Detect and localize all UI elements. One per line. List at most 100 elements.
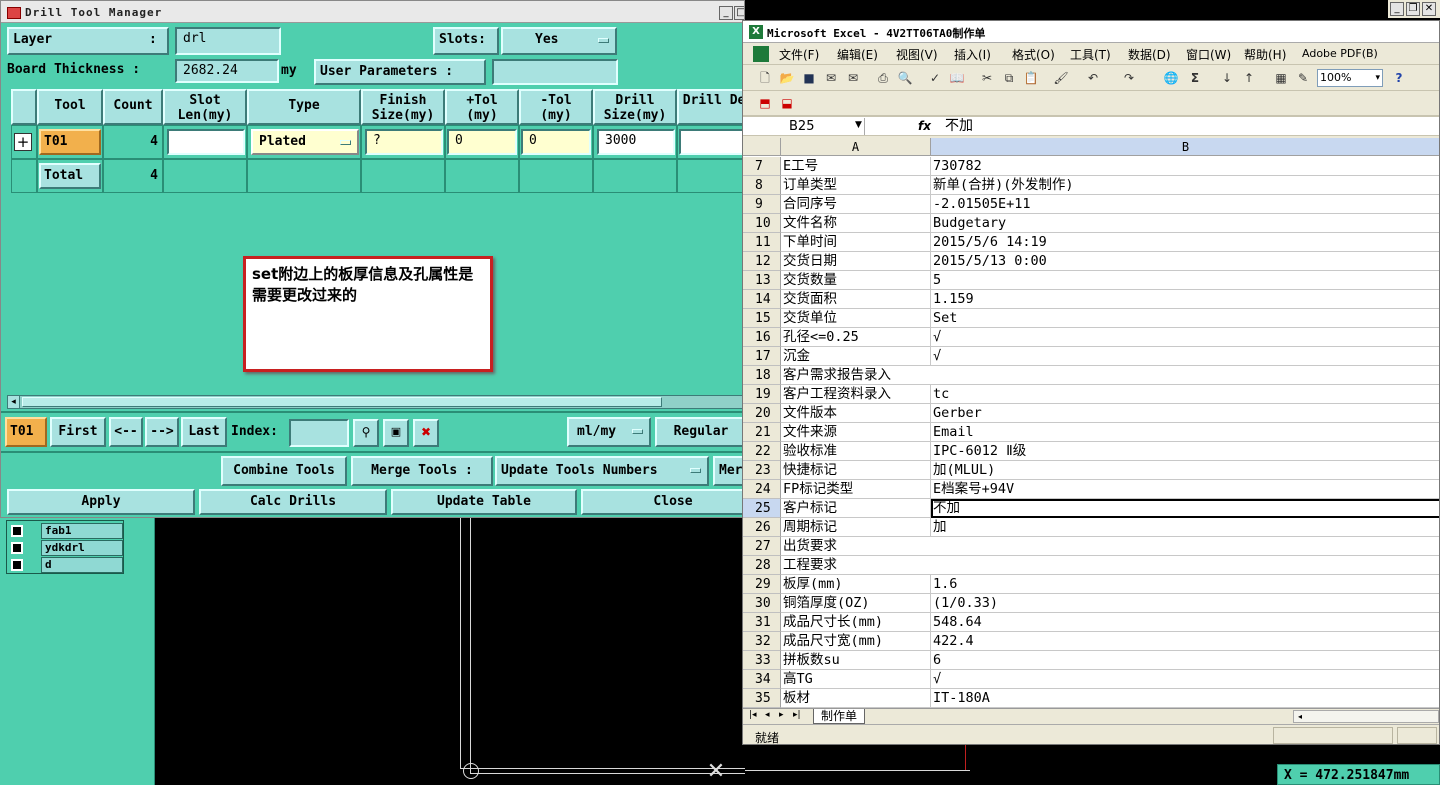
cell-b[interactable]: Gerber [931, 404, 1439, 423]
print-icon[interactable]: ⎙ [875, 70, 891, 86]
units-dropdown[interactable]: ml/my [567, 417, 651, 447]
open-icon[interactable]: 📂 [779, 70, 795, 86]
cell-a[interactable]: 交货面积 [781, 290, 931, 309]
permission-icon[interactable]: ✉ [823, 70, 839, 86]
row-header[interactable]: 27 [743, 537, 781, 556]
convert-to-pdf-icon[interactable]: ⬒ [757, 95, 773, 111]
cell-a[interactable]: 订单类型 [781, 176, 931, 195]
layer-row-fab1[interactable]: fab1 [7, 523, 125, 539]
row-header[interactable]: 29 [743, 575, 781, 594]
cell-b[interactable]: 5 [931, 271, 1439, 290]
layer-row-d[interactable]: d [7, 557, 125, 573]
update-table-button[interactable]: Update Table [391, 489, 577, 515]
cell-b[interactable]: √ [931, 670, 1439, 689]
row-header[interactable]: 22 [743, 442, 781, 461]
convert-and-email-icon[interactable]: ⬓ [779, 95, 795, 111]
workbook-icon[interactable] [753, 46, 769, 62]
board-thickness-field[interactable]: 2682.24 [175, 59, 279, 83]
search-tool-icon[interactable]: ⚲ [353, 419, 379, 447]
row-header[interactable]: 11 [743, 233, 781, 252]
row-header[interactable]: 13 [743, 271, 781, 290]
close-button[interactable]: Close [581, 489, 744, 515]
more-button[interactable]: Mer [713, 456, 744, 486]
menu-window[interactable]: 窗口(W) [1186, 46, 1231, 63]
row-header[interactable]: 7 [743, 157, 781, 176]
tool-button-t01[interactable]: T01 [39, 129, 101, 155]
horizontal-scrollbar[interactable]: ◂ [7, 395, 744, 409]
hyperlink-icon[interactable]: 🌐 [1163, 70, 1179, 86]
next-button[interactable]: --> [145, 417, 179, 447]
cell-b[interactable]: -2.01505E+11 [931, 195, 1439, 214]
format-painter-icon[interactable]: 🖌 [1053, 70, 1069, 86]
cell-b[interactable]: 1.6 [931, 575, 1439, 594]
menu-adobe-pdf[interactable]: Adobe PDF(B) [1302, 47, 1378, 60]
index-field[interactable] [289, 419, 349, 447]
cell-a[interactable]: 客户工程资料录入 [781, 385, 931, 404]
cell-b[interactable]: 加 [931, 518, 1439, 537]
row-header[interactable]: 16 [743, 328, 781, 347]
layer-checkbox[interactable] [11, 559, 23, 571]
row-header[interactable]: 24 [743, 480, 781, 499]
drawing-icon[interactable]: ✎ [1295, 70, 1311, 86]
cell-b[interactable]: 548.64 [931, 613, 1439, 632]
cell-a[interactable]: 沉金 [781, 347, 931, 366]
function-icon[interactable]: fx [918, 118, 934, 135]
row-header[interactable]: 25 [743, 499, 781, 518]
sheet-tab-active[interactable]: 制作单 [813, 709, 865, 724]
cell-b[interactable]: 加(MLUL) [931, 461, 1439, 480]
cell-b[interactable]: Email [931, 423, 1439, 442]
help-icon[interactable]: ? [1391, 70, 1407, 86]
cell-a[interactable]: 周期标记 [781, 518, 931, 537]
maximize-icon[interactable]: □ [734, 6, 744, 20]
cell-b[interactable]: 2015/5/6 14:19 [931, 233, 1439, 252]
title-bar[interactable]: Drill Tool Manager _ □ [1, 1, 744, 23]
cell-b[interactable]: E档案号+94V [931, 480, 1439, 499]
row-header[interactable]: 19 [743, 385, 781, 404]
row-header[interactable]: 28 [743, 556, 781, 575]
minus-tol-input[interactable]: 0 [521, 129, 591, 155]
column-header-a[interactable]: A [781, 138, 931, 156]
row-header[interactable]: 12 [743, 252, 781, 271]
column-header-b[interactable]: B [931, 138, 1439, 156]
autosum-icon[interactable]: Σ [1187, 70, 1203, 86]
last-button[interactable]: Last [181, 417, 227, 447]
formula-input[interactable]: 不加 [945, 117, 973, 136]
research-icon[interactable]: 📖 [949, 70, 965, 86]
row-header[interactable]: 8 [743, 176, 781, 195]
cell-b[interactable]: 1.159 [931, 290, 1439, 309]
cell-b[interactable]: 2015/5/13 0:00 [931, 252, 1439, 271]
row-header[interactable]: 15 [743, 309, 781, 328]
save-icon[interactable]: ■ [801, 70, 817, 86]
row-header[interactable]: 20 [743, 404, 781, 423]
cell-b[interactable]: 730782 [931, 157, 1439, 176]
cut-icon[interactable]: ✂ [979, 70, 995, 86]
slot-len-input[interactable] [167, 129, 245, 155]
cell-a[interactable]: 文件名称 [781, 214, 931, 233]
menu-data[interactable]: 数据(D) [1128, 46, 1171, 63]
cell-a[interactable]: 交货数量 [781, 271, 931, 290]
cell-a[interactable]: E工号 [781, 157, 931, 176]
minimize-icon[interactable]: _ [719, 6, 733, 20]
row-header[interactable]: 21 [743, 423, 781, 442]
cell-b[interactable]: IT-180A [931, 689, 1439, 708]
cell-b[interactable]: IPC-6012 Ⅱ级 [931, 442, 1439, 461]
regular-button[interactable]: Regular [655, 417, 744, 447]
scrollbar-thumb[interactable] [22, 397, 662, 407]
paste-icon[interactable]: 📋 [1023, 70, 1039, 86]
sort-descending-icon[interactable]: ↑ [1241, 70, 1257, 86]
horizontal-scrollbar[interactable]: ◂ [1293, 710, 1439, 723]
cell-a[interactable]: 文件来源 [781, 423, 931, 442]
new-icon[interactable]: 🗋 [757, 70, 773, 86]
cell-b[interactable] [931, 366, 1439, 385]
select-tool-icon[interactable]: ▣ [383, 419, 409, 447]
row-header[interactable]: 14 [743, 290, 781, 309]
minimize-icon[interactable]: _ [1390, 2, 1404, 16]
next-sheet-icon[interactable]: ▸ [779, 710, 784, 720]
cell-a[interactable]: 文件版本 [781, 404, 931, 423]
first-sheet-icon[interactable]: |◂ [749, 710, 757, 720]
cell-a[interactable]: 快捷标记 [781, 461, 931, 480]
cell-b[interactable]: 422.4 [931, 632, 1439, 651]
menu-view[interactable]: 视图(V) [896, 46, 938, 63]
drill-des-input[interactable] [679, 129, 744, 155]
cell-b[interactable]: 新单(合拼)(外发制作) [931, 176, 1439, 195]
